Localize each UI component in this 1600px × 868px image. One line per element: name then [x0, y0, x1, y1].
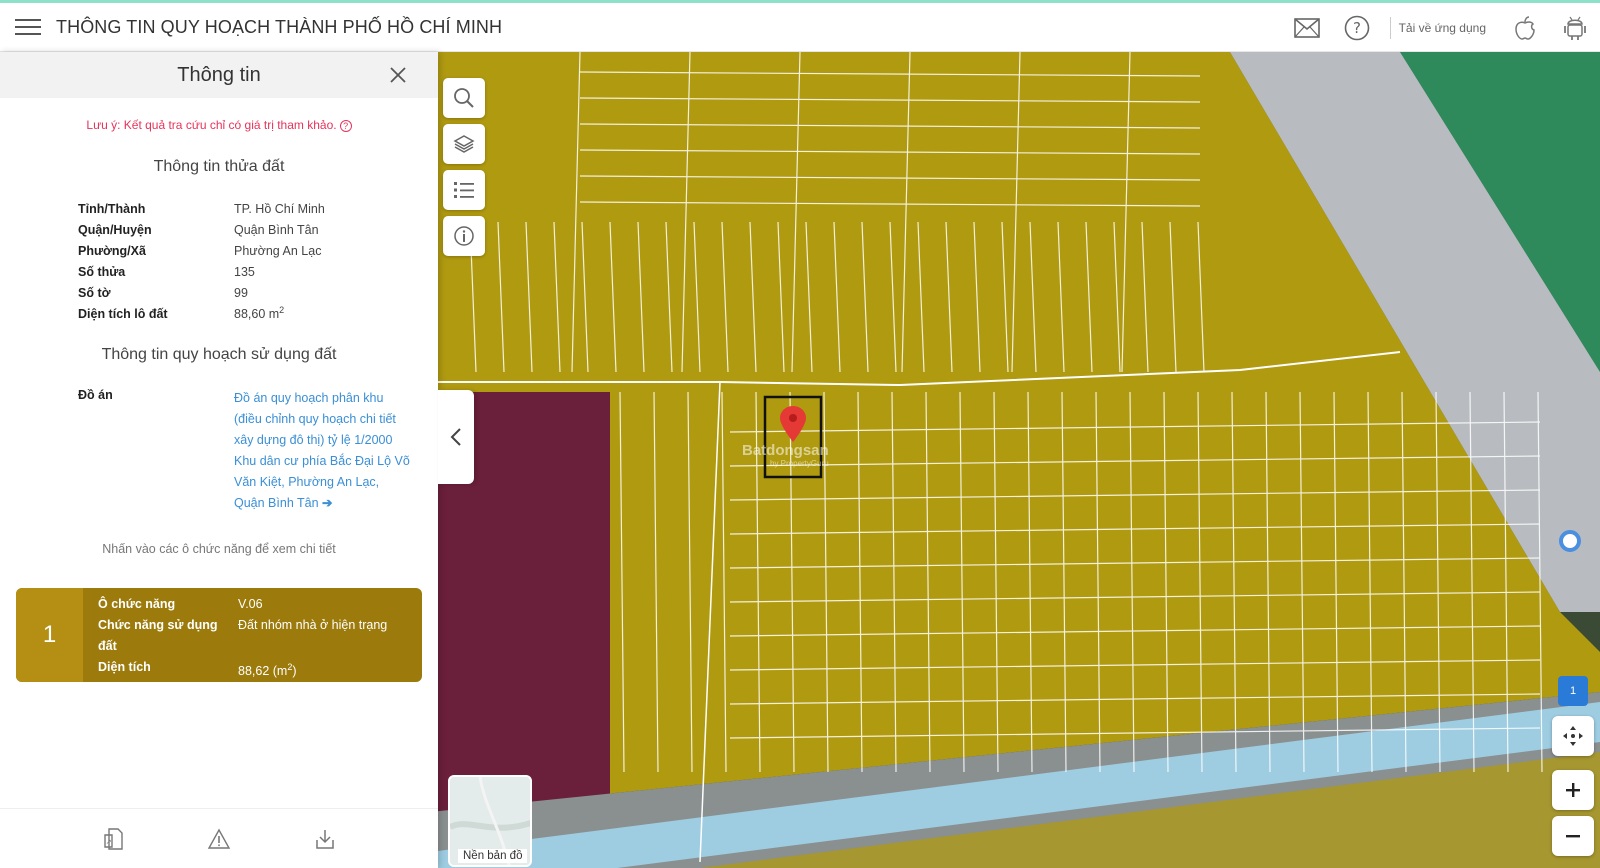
parcel-info-value: TP. Hồ Chí Minh	[234, 201, 325, 216]
android-icon	[1564, 16, 1586, 40]
layers-icon	[453, 135, 475, 153]
function-cell-card[interactable]: 1 Ô chức năng V.06 Chức năng sử dụng đất Đấ…	[16, 588, 422, 682]
info-icon	[454, 226, 474, 246]
app-title: THÔNG TIN QUY HOẠCH THÀNH PHỐ HỒ CHÍ MIN…	[56, 16, 503, 37]
map-search-button[interactable]	[443, 78, 485, 118]
minus-icon	[1566, 835, 1580, 838]
map-info-button[interactable]	[443, 216, 485, 256]
function-cell-row: Chức năng sử dụng đất Đất nhóm nhà ở hiện…	[98, 615, 408, 657]
parcel-info-value: Phường An Lạc	[234, 243, 322, 258]
function-cell-value: V.06	[238, 597, 263, 611]
info-panel: Thông tin Lưu ý: Kết quả tra cứu chỉ có …	[0, 52, 438, 868]
app-header: THÔNG TIN QUY HOẠCH THÀNH PHỐ HỒ CHÍ MIN…	[0, 3, 1600, 52]
search-icon	[454, 88, 474, 108]
question-icon[interactable]: ?	[339, 120, 352, 132]
zoom-out-button[interactable]	[1552, 816, 1594, 856]
function-hint: Nhấn vào các ô chức năng để xem chi tiết	[102, 542, 336, 556]
document-export-icon: ↗	[104, 827, 123, 850]
do-an-link[interactable]: Đồ án quy hoạch phân khu (điều chỉnh quy…	[234, 388, 410, 514]
header-actions: ? Tải về ứng dụng	[1282, 3, 1600, 52]
report-issue-button[interactable]	[204, 824, 234, 854]
function-cell-key: Diện tích	[98, 660, 151, 674]
plus-icon	[1566, 783, 1580, 797]
disclaimer-note: Lưu ý: Kết quả tra cứu chỉ có giá trị th…	[0, 118, 438, 132]
close-icon	[390, 67, 406, 83]
locate-me-button[interactable]	[1552, 716, 1594, 756]
parcel-info-key: Tỉnh/Thành	[78, 201, 146, 216]
layer-count-badge[interactable]: 1	[1558, 676, 1588, 706]
function-cell-row: Diện tích 88,62 (m2)	[98, 657, 408, 682]
menu-button[interactable]	[0, 3, 56, 52]
location-dot	[1559, 530, 1581, 552]
export-pdf-button[interactable]: ↗	[98, 824, 128, 854]
parcel-info-row: Quận/Huyện Quận Bình Tân	[78, 219, 438, 240]
parcel-info-value: 135	[234, 264, 255, 279]
watermark: Batdongsan by PropertyGuru	[742, 442, 829, 468]
do-an-row: Đồ án Đồ án quy hoạch phân khu (điều chỉ…	[78, 388, 438, 514]
function-cell-key: Chức năng sử dụng đất	[98, 618, 218, 653]
warning-icon	[207, 828, 231, 849]
download-icon	[316, 829, 334, 849]
parcel-info-key: Quận/Huyện	[78, 222, 152, 237]
parcel-info-value: 88,60 m2	[234, 305, 285, 322]
parcel-section-title: Thông tin thửa đất	[153, 158, 285, 175]
planning-section-title: Thông tin quy hoạch sử dụng đất	[101, 346, 337, 363]
ios-download-button[interactable]	[1500, 3, 1550, 52]
panel-header: Thông tin	[0, 52, 438, 98]
parcel-info-value: 99	[234, 285, 248, 300]
function-cell-number: 1	[16, 588, 83, 682]
help-button[interactable]: ?	[1332, 3, 1382, 52]
parcel-info-row: Phường/Xã Phường An Lạc	[78, 240, 438, 261]
function-cell-key: Ô chức năng	[98, 597, 176, 611]
panel-close-button[interactable]	[386, 63, 410, 87]
parcel-info-value: Quận Bình Tân	[234, 222, 319, 237]
panel-title: Thông tin	[177, 63, 261, 86]
function-cell-details: Ô chức năng V.06 Chức năng sử dụng đất Đất …	[83, 588, 408, 682]
parcel-info-key: Số tờ	[78, 285, 111, 300]
map-layers-button[interactable]	[443, 124, 485, 164]
map-legend-button[interactable]	[443, 170, 485, 210]
svg-text:?: ?	[1353, 19, 1361, 37]
parcel-info-row: Diện tích lô đất 88,60 m2	[78, 303, 438, 324]
hamburger-icon	[15, 19, 41, 35]
function-cell-row: Ô chức năng V.06	[98, 594, 408, 615]
download-app-label: Tải về ứng dụng	[1398, 20, 1486, 35]
do-an-label: Đồ án	[78, 388, 113, 402]
help-icon: ?	[1344, 15, 1369, 40]
function-cell-value: Đất nhóm nhà ở hiện trạng	[238, 618, 388, 632]
parcel-info-row: Số thửa 135	[78, 261, 438, 282]
download-button[interactable]	[310, 824, 340, 854]
basemap-label: Nền bản đồ	[458, 849, 528, 863]
parcel-info-key: Phường/Xã	[78, 243, 146, 258]
parcel-info-key: Diện tích lô đất	[78, 306, 168, 321]
disclaimer-text: Lưu ý: Kết quả tra cứu chỉ có giá trị th…	[86, 118, 337, 132]
header-divider	[1389, 16, 1391, 39]
parcel-info-row: Tỉnh/Thành TP. Hồ Chí Minh	[78, 198, 438, 219]
chevron-left-icon	[450, 428, 461, 446]
mail-button[interactable]	[1282, 3, 1332, 52]
arrow-right-icon: ➔	[322, 496, 333, 510]
crosshair-icon	[1563, 726, 1583, 746]
svg-text:↗: ↗	[106, 838, 112, 846]
collapse-panel-button[interactable]	[438, 390, 474, 484]
zoom-in-button[interactable]	[1552, 770, 1594, 810]
function-cell-value: 88,62 (m2)	[238, 662, 297, 679]
apple-icon	[1515, 15, 1535, 40]
android-download-button[interactable]	[1550, 3, 1600, 52]
panel-footer: ↗	[0, 808, 438, 868]
parcel-info-key: Số thửa	[78, 264, 126, 279]
mail-icon	[1293, 17, 1320, 38]
parcel-info-row: Số tờ 99	[78, 282, 438, 303]
parcel-info-table: Tỉnh/Thành TP. Hồ Chí Minh Quận/Huyện Quận …	[78, 198, 438, 324]
list-icon	[454, 182, 474, 198]
basemap-switcher[interactable]: Nền bản đồ	[448, 775, 532, 867]
